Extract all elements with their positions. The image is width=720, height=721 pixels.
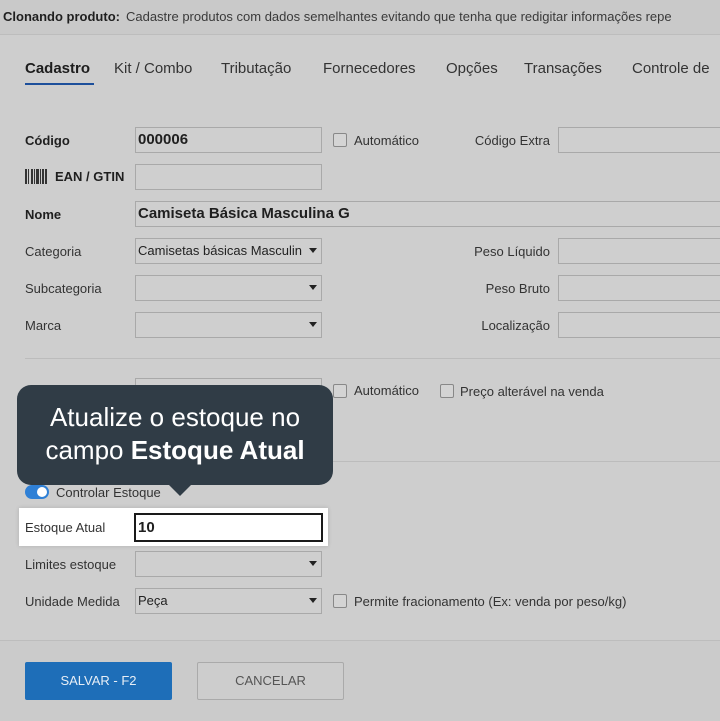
cancel-button[interactable]: CANCELAR <box>197 662 344 700</box>
clone-banner: Clonando produto: Cadastre produtos com d… <box>0 0 720 35</box>
ean-input[interactable] <box>135 164 322 190</box>
fracionamento-checkbox[interactable] <box>333 594 347 608</box>
peso-liquido-input[interactable] <box>558 238 720 264</box>
nome-input[interactable]: Camiseta Básica Masculina G <box>135 201 720 227</box>
chevron-down-icon <box>309 248 317 253</box>
subcategoria-select[interactable] <box>135 275 322 301</box>
tooltip-line1: Atualize o estoque no <box>49 402 301 432</box>
tab-cadastro[interactable]: Cadastro <box>25 60 90 77</box>
toggle-knob <box>37 487 47 497</box>
codigo-label: Código <box>25 133 70 148</box>
estoque-atual-input[interactable]: 10 <box>134 513 323 542</box>
chevron-down-icon <box>309 561 317 566</box>
limites-select[interactable] <box>135 551 322 577</box>
unidade-select[interactable]: Peça <box>135 588 322 614</box>
peso-bruto-label: Peso Bruto <box>485 281 550 296</box>
marca-label: Marca <box>25 318 62 333</box>
unidade-label: Unidade Medida <box>25 594 120 609</box>
unidade-value: Peça <box>138 593 168 608</box>
tab-opcoes[interactable]: Opções <box>446 60 498 77</box>
chevron-down-icon <box>309 322 317 327</box>
controlar-estoque-label: Controlar Estoque <box>56 485 161 500</box>
tab-fornecedores[interactable]: Fornecedores <box>323 60 416 77</box>
codigo-extra-label: Código Extra <box>474 133 550 148</box>
nome-label: Nome <box>25 207 62 222</box>
peso-liquido-label: Peso Líquido <box>474 244 550 259</box>
preco-alteravel-checkbox[interactable] <box>440 384 454 398</box>
tab-controle[interactable]: Controle de <box>632 60 710 77</box>
automatico2-checkbox[interactable] <box>333 384 347 398</box>
localizacao-input[interactable] <box>558 312 720 338</box>
banner-message: Cadastre produtos com dados semelhantes … <box>125 9 672 24</box>
ean-label: EAN / GTIN <box>55 169 125 184</box>
codigo-extra-input[interactable] <box>558 127 720 153</box>
active-tab-indicator <box>25 83 94 85</box>
barcode-icon <box>25 169 47 184</box>
tooltip-line2-bold: Estoque Atual <box>130 435 305 465</box>
tooltip-callout: Atualize o estoque no campo Estoque Atua… <box>17 385 333 496</box>
subcategoria-label: Subcategoria <box>25 281 102 296</box>
tab-tributacao[interactable]: Tributação <box>221 60 291 77</box>
preco-alteravel-label: Preço alterável na venda <box>460 384 604 399</box>
chevron-down-icon <box>309 285 317 290</box>
categoria-select[interactable]: Camisetas básicas Masculin <box>135 238 322 264</box>
save-button[interactable]: SALVAR - F2 <box>25 662 172 700</box>
tooltip-line2: campo Estoque Atual <box>17 434 333 467</box>
codigo-input[interactable]: 000006 <box>135 127 322 153</box>
automatico2-label: Automático <box>354 383 420 398</box>
controlar-estoque-toggle[interactable] <box>25 485 49 499</box>
categoria-value: Camisetas básicas Masculin <box>138 243 303 258</box>
peso-bruto-input[interactable] <box>558 275 720 301</box>
fracionamento-label: Permite fracionamento (Ex: venda por pes… <box>354 594 627 609</box>
banner-title: Clonando produto: <box>3 9 120 24</box>
automatico-label: Automático <box>354 133 420 148</box>
section-divider <box>25 358 720 359</box>
tab-kit-combo[interactable]: Kit / Combo <box>114 60 192 77</box>
estoque-atual-label: Estoque Atual <box>25 520 106 535</box>
marca-select[interactable] <box>135 312 322 338</box>
categoria-label: Categoria <box>25 244 82 259</box>
tab-transacoes[interactable]: Transações <box>524 60 602 77</box>
tooltip-tail <box>169 485 191 496</box>
tooltip-line2-prefix: campo <box>45 435 131 465</box>
limites-label: Limites estoque <box>25 557 117 572</box>
chevron-down-icon <box>309 598 317 603</box>
automatico-checkbox[interactable] <box>333 133 347 147</box>
localizacao-label: Localização <box>481 318 550 333</box>
